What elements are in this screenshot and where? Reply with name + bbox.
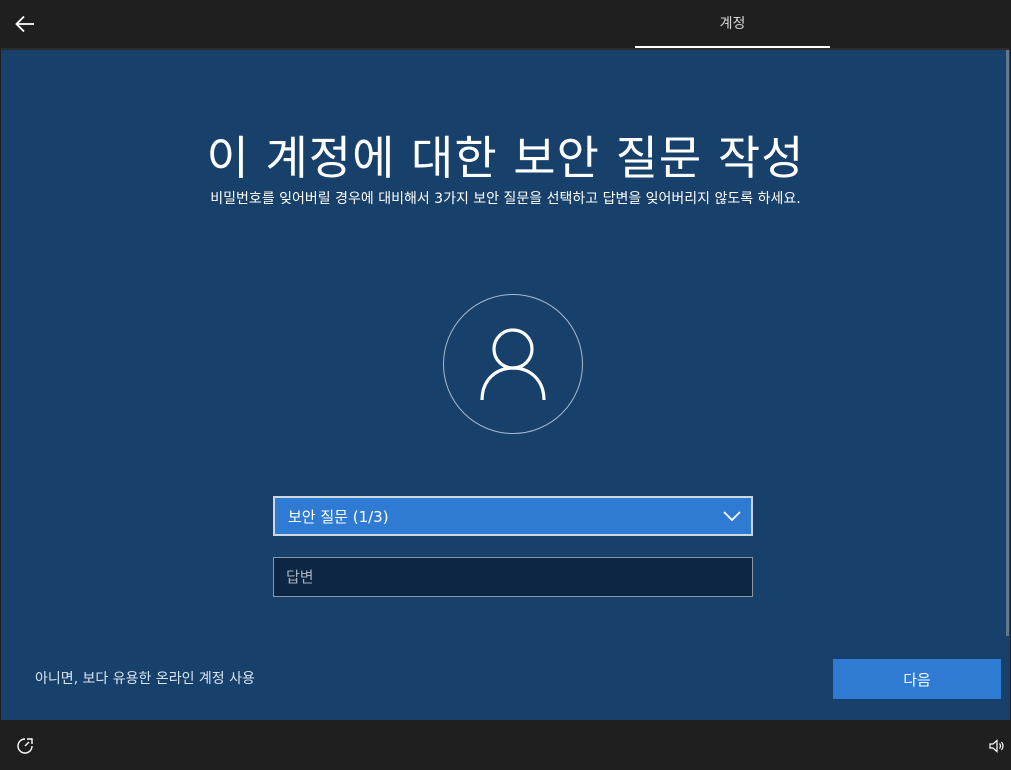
back-arrow-icon <box>15 15 34 33</box>
page-title: 이 계정에 대한 보안 질문 작성 <box>206 131 805 185</box>
next-button[interactable]: 다음 <box>833 659 1001 699</box>
online-account-link[interactable]: 아니면, 보다 유용한 온라인 계정 사용 <box>35 668 255 688</box>
security-question-value: 보안 질문 (1/3) <box>288 507 389 526</box>
user-icon <box>480 328 546 401</box>
top-bar: 계정 <box>0 0 1011 48</box>
volume-icon[interactable] <box>989 739 1005 753</box>
tab-account[interactable]: 계정 <box>635 0 830 48</box>
answer-input[interactable] <box>273 557 753 597</box>
setup-panel: 이 계정에 대한 보안 질문 작성 비밀번호를 잊어버릴 경우에 대비해서 3가… <box>1 48 1010 720</box>
page-subtitle: 비밀번호를 잊어버릴 경우에 대비해서 3가지 보안 질문을 선택하고 답변을 … <box>210 191 801 207</box>
avatar <box>443 294 583 434</box>
bottom-bar <box>0 720 1011 770</box>
back-button[interactable] <box>6 6 44 42</box>
security-question-select[interactable]: 보안 질문 (1/3) <box>273 496 753 536</box>
ease-of-access-icon[interactable] <box>16 737 34 755</box>
scrollbar[interactable] <box>1006 50 1009 636</box>
chevron-down-icon <box>723 511 741 522</box>
